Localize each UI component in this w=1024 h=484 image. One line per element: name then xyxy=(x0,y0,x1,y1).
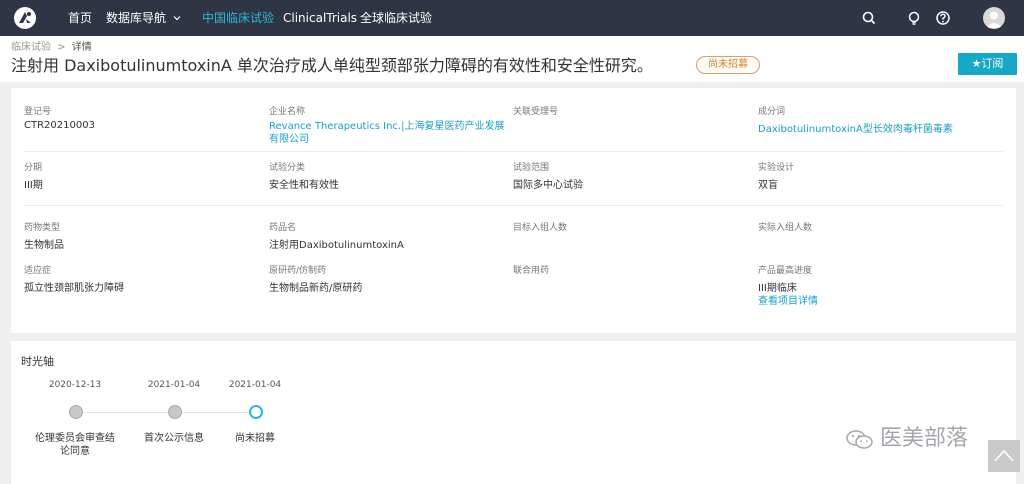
nav-database-label: 数据库导航 xyxy=(106,11,167,25)
field-label-design: 实验设计 xyxy=(758,163,795,173)
field-label-original-generic: 原研药/仿制药 xyxy=(269,266,327,276)
field-value-phase: III期 xyxy=(24,180,43,191)
timeline-date: 2021-01-04 xyxy=(147,380,201,390)
field-label-actual-enrollment: 实际入组人数 xyxy=(758,223,813,233)
breadcrumb: 临床试验 > 详情 xyxy=(11,38,92,53)
timeline-label: 尚未招募 xyxy=(235,433,275,444)
field-label-target-enrollment: 目标入组人数 xyxy=(513,223,568,233)
status-badge: 尚未招募 xyxy=(696,56,760,74)
field-label-acceptance-no: 关联受理号 xyxy=(513,107,559,117)
field-label-drug-type: 药物类型 xyxy=(24,223,61,233)
nav-home[interactable]: 首页 xyxy=(68,0,92,36)
timeline-title: 时光轴 xyxy=(21,355,54,368)
chevron-down-icon xyxy=(173,0,181,36)
field-value-indication: 孤立性颈部肌张力障碍 xyxy=(24,283,124,294)
field-label-company: 企业名称 xyxy=(269,107,306,117)
field-label-combination: 联合用药 xyxy=(513,266,550,276)
timeline-label: 首次公示信息 xyxy=(144,433,204,444)
field-value-registration-no: CTR20210003 xyxy=(24,120,95,131)
watermark-text: 医美部落 xyxy=(880,426,969,451)
field-label-phase: 分期 xyxy=(24,163,43,173)
nav-database[interactable]: 数据库导航 xyxy=(106,0,181,36)
timeline-date: 2021-01-04 xyxy=(228,380,282,390)
subscribe-button[interactable]: ★订阅 xyxy=(958,53,1017,75)
timeline-dot xyxy=(69,405,83,419)
nav-global-trials[interactable]: 全球临床试验 xyxy=(360,0,432,36)
field-label-drug-name: 药品名 xyxy=(269,223,297,233)
field-value-ingredient-link[interactable]: DaxibotulinumtoxinA型长效肉毒杆菌毒素 xyxy=(758,120,953,135)
search-icon[interactable] xyxy=(860,9,878,27)
page-header: 临床试验 > 详情 注射用 DaxibotulinumtoxinA 单次治疗成人… xyxy=(0,36,1024,82)
user-avatar-icon[interactable] xyxy=(983,7,1005,29)
field-value-drug-type: 生物制品 xyxy=(24,240,64,251)
field-label-indication: 适应症 xyxy=(24,266,52,276)
trial-detail-card: 登记号 CTR20210003 企业名称 Revance Therapeutic… xyxy=(11,88,1016,333)
logo-icon[interactable] xyxy=(14,7,36,29)
nav-clinicaltrials[interactable]: ClinicalTrials xyxy=(283,0,357,36)
bulb-icon[interactable] xyxy=(905,9,923,27)
field-label-registration-no: 登记号 xyxy=(24,107,52,117)
field-value-original-generic: 生物制品新药/原研药 xyxy=(269,283,363,294)
timeline-date: 2020-12-13 xyxy=(48,380,102,390)
field-label-trial-scope: 试验范围 xyxy=(513,163,550,173)
field-value-trial-scope: 国际多中心试验 xyxy=(513,180,583,191)
nav-china-trials[interactable]: 中国临床试验 xyxy=(202,0,274,36)
timeline-dot xyxy=(168,405,182,419)
field-value-design: 双盲 xyxy=(758,180,778,191)
page-title: 注射用 DaxibotulinumtoxinA 单次治疗成人单纯型颈部张力障碍的… xyxy=(11,56,653,75)
field-label-trial-category: 试验分类 xyxy=(269,163,306,173)
divider xyxy=(24,151,1003,152)
timeline-dot-current xyxy=(249,405,263,419)
timeline-card: 时光轴 2020-12-13 伦理委员会审查结论同意 2021-01-04 首次… xyxy=(11,341,1016,484)
field-value-drug-name: 注射用DaxibotulinumtoxinA xyxy=(269,240,404,251)
field-label-ingredient: 成分词 xyxy=(758,107,786,117)
timeline-label: 伦理委员会审查结论同意 xyxy=(35,433,115,457)
divider xyxy=(24,205,1003,206)
field-label-highest-progress: 产品最高进度 xyxy=(758,266,813,276)
arrow-up-icon xyxy=(994,449,1014,462)
view-project-detail-link[interactable]: 查看项目详情 xyxy=(758,292,818,307)
field-value-trial-category: 安全性和有效性 xyxy=(269,180,339,191)
field-value-company-link[interactable]: Revance Therapeutics Inc.|上海复星医药产业发展有限公司 xyxy=(269,120,509,146)
help-icon[interactable] xyxy=(934,9,952,27)
wechat-icon xyxy=(845,428,875,456)
back-to-top-button[interactable] xyxy=(988,440,1020,472)
top-navbar: 首页 数据库导航 中国临床试验 ClinicalTrials 全球临床试验 xyxy=(0,0,1024,36)
